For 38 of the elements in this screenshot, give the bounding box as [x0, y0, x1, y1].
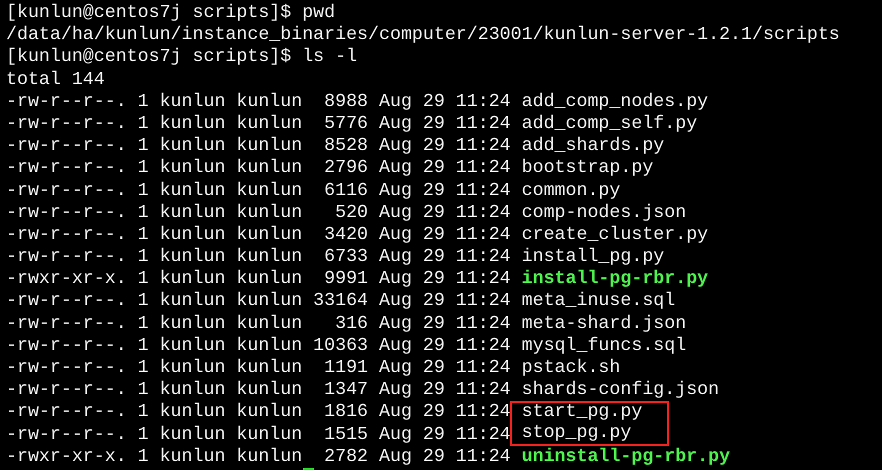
file-details: -rw-r--r--. 1 kunlun kunlun 33164 Aug 29 11:24	[6, 291, 511, 312]
file-name: bootstrap.py	[522, 158, 654, 178]
file-name: install-pg-rbr.py	[522, 269, 708, 290]
terminal-line: [kunlun@centos7j scripts]$ pwd	[6, 3, 336, 23]
file-name: stop_pg.py	[510, 424, 669, 446]
file-details: -rw-r--r--. 1 kunlun kunlun 1515 Aug 29 11:24	[6, 424, 511, 445]
file-details: -rwxr-xr-x. 1 kunlun kunlun 9991 Aug 29 11:24	[6, 269, 511, 290]
file-name: pstack.sh	[522, 358, 620, 378]
file-details: -rw-r--r--. 1 kunlun kunlun 1347 Aug 29 11:24	[6, 380, 511, 400]
file-name: shards-config.json	[522, 380, 720, 400]
file-name: meta_inuse.sql	[522, 291, 676, 312]
file-name: add_comp_nodes.py	[522, 92, 708, 112]
terminal-line: [kunlun@centos7j scripts]$ ls -l	[6, 47, 358, 68]
file-details: -rw-r--r--. 1 kunlun kunlun 8528 Aug 29 11:24	[6, 136, 511, 156]
file-details: -rwxr-xr-x. 1 kunlun kunlun 2782 Aug 29 11:24	[6, 446, 511, 467]
file-details: -rw-r--r--. 1 kunlun kunlun 6733 Aug 29 11:24	[6, 247, 511, 268]
file-details: -rw-r--r--. 1 kunlun kunlun 1816 Aug 29 11:24	[6, 402, 511, 422]
file-name: create_cluster.py	[522, 224, 708, 245]
file-name: meta-shard.json	[522, 314, 686, 334]
file-name: add_comp_self.py	[522, 114, 698, 134]
file-details: -rw-r--r--. 1 kunlun kunlun 5776 Aug 29 11:24	[6, 114, 511, 134]
file-name: install_pg.py	[522, 247, 664, 268]
file-name: common.py	[522, 180, 620, 200]
file-name: uninstall-pg-rbr.py	[522, 446, 730, 467]
file-details: -rw-r--r--. 1 kunlun kunlun 8988 Aug 29 11:24	[6, 92, 511, 112]
file-details: -rw-r--r--. 1 kunlun kunlun 520 Aug 29 11:24	[6, 202, 511, 223]
file-details: -rw-r--r--. 1 kunlun kunlun 3420 Aug 29 11:24	[6, 224, 511, 245]
file-name: mysql_funcs.sql	[522, 336, 686, 356]
file-name: add_shards.py	[522, 136, 664, 156]
file-details: -rw-r--r--. 1 kunlun kunlun 10363 Aug 29 11:24	[6, 336, 511, 356]
terminal-line: /data/ha/kunlun/instance_binaries/computer/23001/kunlun-server-1.2.1/scripts	[6, 25, 840, 46]
file-details: -rw-r--r--. 1 kunlun kunlun 6116 Aug 29 11:24	[6, 180, 511, 200]
file-details: -rw-r--r--. 1 kunlun kunlun 316 Aug 29 11:24	[6, 314, 511, 334]
file-details: -rw-r--r--. 1 kunlun kunlun 1191 Aug 29 11:24	[6, 358, 511, 378]
file-name: start_pg.py	[510, 401, 669, 424]
file-details: -rw-r--r--. 1 kunlun kunlun 2796 Aug 29 11:24	[6, 158, 511, 178]
file-name: comp-nodes.json	[522, 202, 686, 223]
terminal-line: total 144	[6, 70, 105, 90]
